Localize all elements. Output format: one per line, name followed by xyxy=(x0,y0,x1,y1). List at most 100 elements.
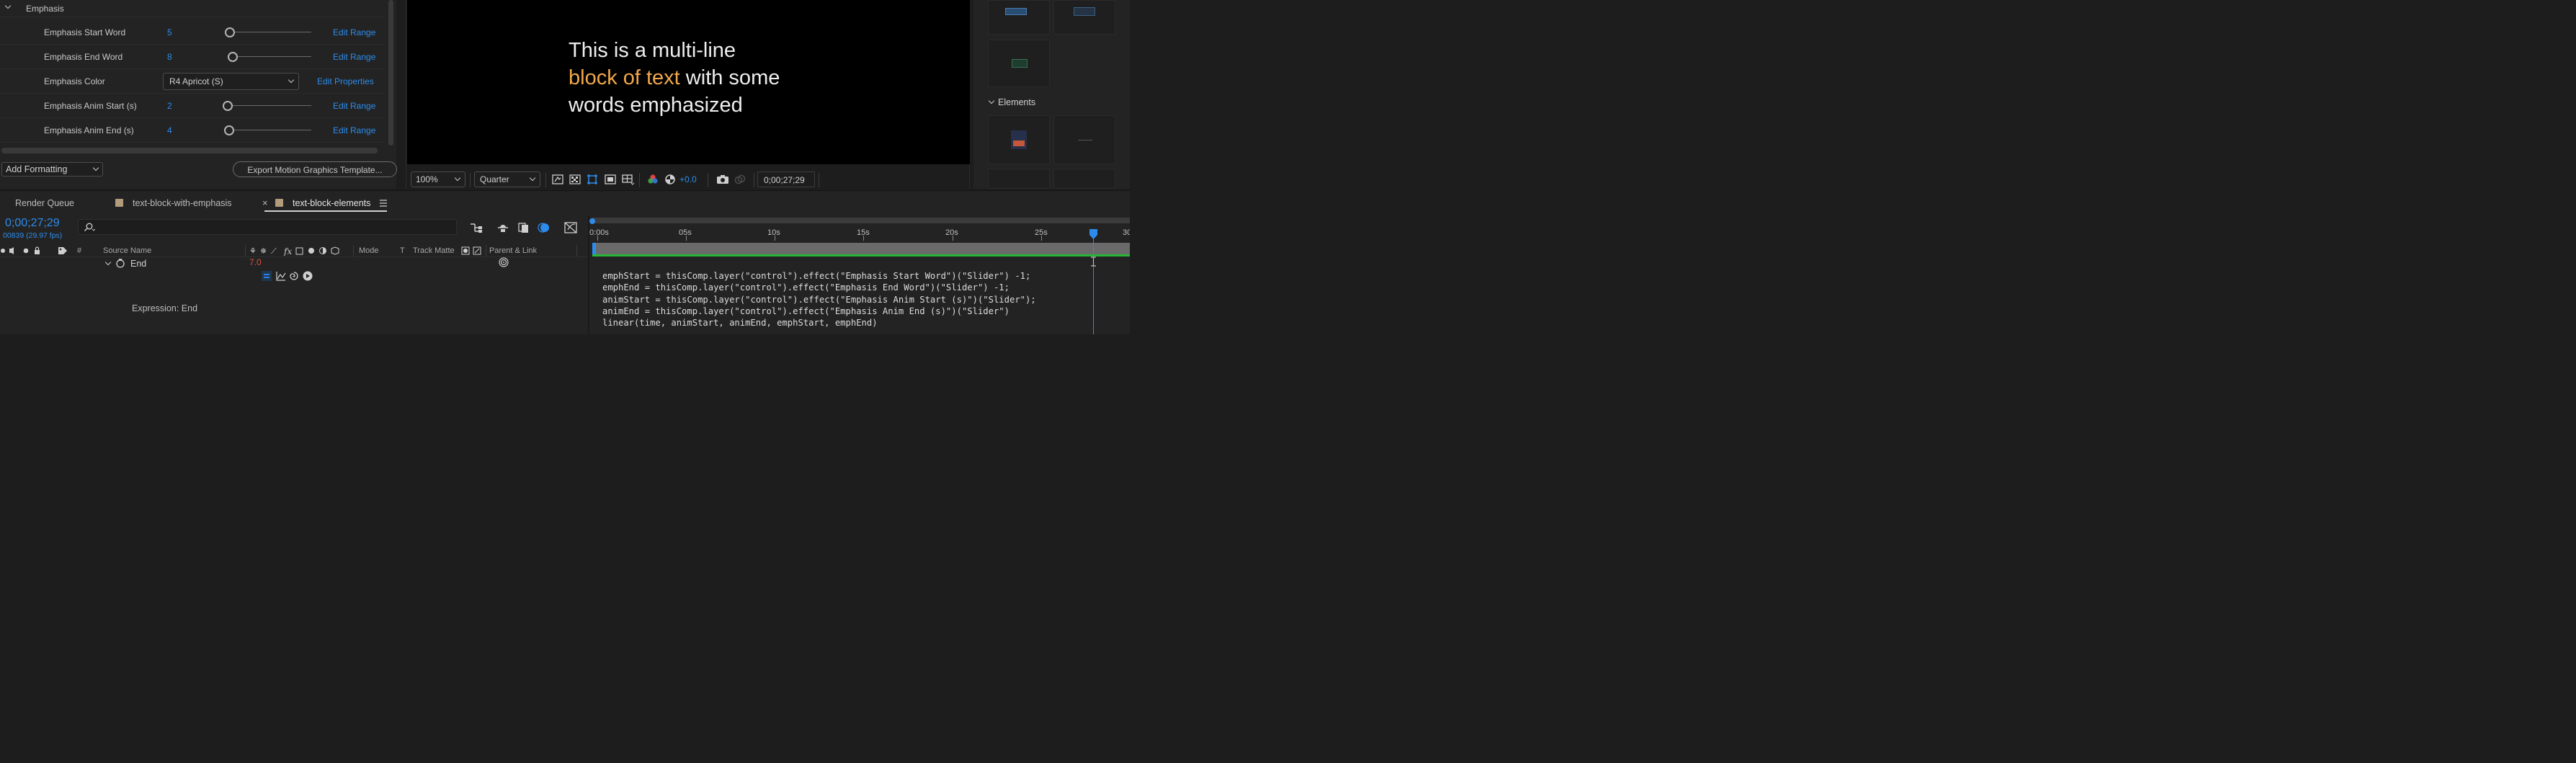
resolution-dropdown[interactable]: Quarter xyxy=(474,171,540,187)
column-divider xyxy=(576,245,577,256)
label-tag-icon[interactable] xyxy=(58,246,68,255)
slider-knob[interactable] xyxy=(223,101,233,111)
vertical-scrollbar[interactable] xyxy=(388,0,393,146)
export-mogrt-button[interactable]: Export Motion Graphics Template... xyxy=(233,161,397,177)
resolution-value: Quarter xyxy=(480,174,509,184)
close-icon[interactable]: × xyxy=(262,197,268,208)
column-parent-link[interactable]: Parent & Link xyxy=(489,246,537,255)
tab-text-block-with-emphasis[interactable]: text-block-with-emphasis xyxy=(133,198,232,208)
playhead-marker[interactable] xyxy=(1089,228,1098,240)
channel-rgb-icon[interactable] xyxy=(647,174,659,185)
graph-editor-icon[interactable] xyxy=(563,221,578,234)
frame-info: 00839 (29.97 fps) xyxy=(3,231,63,240)
svg-text:⚘: ⚘ xyxy=(249,246,257,256)
tab-text-block-elements[interactable]: text-block-elements xyxy=(293,198,370,208)
edit-range-link[interactable]: Edit Range xyxy=(333,27,375,37)
layer-duration-bar[interactable] xyxy=(592,243,1130,254)
work-area-bar[interactable] xyxy=(592,218,1130,223)
expression-language-menu-icon[interactable] xyxy=(302,270,313,282)
mask-visibility-icon[interactable] xyxy=(587,174,598,185)
value-field[interactable]: 4 xyxy=(167,125,172,135)
tab-render-queue[interactable]: Render Queue xyxy=(15,198,74,208)
edit-range-link[interactable]: Edit Range xyxy=(333,52,375,62)
value-field[interactable]: 5 xyxy=(167,27,172,37)
thumbnail[interactable] xyxy=(988,0,1050,35)
frame-blending-icon[interactable] xyxy=(517,222,531,233)
current-time-display[interactable]: 0;00;27;29 xyxy=(5,217,60,230)
expression-graph-icon[interactable] xyxy=(275,270,287,282)
pick-whip-icon[interactable] xyxy=(498,256,509,268)
search-icon xyxy=(84,223,95,231)
edit-range-link[interactable]: Edit Range xyxy=(333,101,375,111)
expression-label: Expression: End xyxy=(132,303,198,313)
timecode-box[interactable]: 0;00;27;29 xyxy=(757,171,815,187)
expression-pick-whip-icon[interactable] xyxy=(288,270,300,282)
zoom-dropdown[interactable]: 100% xyxy=(411,171,465,187)
slider-track[interactable] xyxy=(228,105,311,106)
ruler-label: 0:00s xyxy=(589,228,609,237)
app-window: Emphasis Emphasis Start Word 5 Edit Rang… xyxy=(0,0,1130,334)
motion-blur-icon[interactable] xyxy=(537,222,551,233)
horizontal-scrollbar[interactable] xyxy=(1,148,378,153)
av-switches-icons[interactable] xyxy=(0,246,43,255)
reset-exposure-icon[interactable] xyxy=(664,174,676,185)
separator xyxy=(545,173,546,187)
chevron-down-icon[interactable] xyxy=(4,2,12,9)
property-value[interactable]: 7.0 xyxy=(249,257,262,267)
slider-knob[interactable] xyxy=(228,52,238,62)
region-of-interest-icon[interactable] xyxy=(605,174,616,185)
fast-previews-icon[interactable] xyxy=(552,174,563,185)
chevron-down-icon xyxy=(92,164,99,171)
section-label: Emphasis xyxy=(26,4,64,14)
chevron-down-icon xyxy=(529,174,536,182)
column-source-name[interactable]: Source Name xyxy=(103,246,151,255)
elements-section-header[interactable]: Elements xyxy=(973,92,1130,113)
slider-track[interactable] xyxy=(229,56,311,57)
svg-text:⟋: ⟋ xyxy=(271,246,277,256)
thumbnail[interactable] xyxy=(1053,169,1115,189)
layer-search-input[interactable] xyxy=(78,219,457,235)
value-field[interactable]: 8 xyxy=(167,52,172,62)
composition-viewer: This is a multi-line block of text with … xyxy=(406,0,970,189)
column-track-matte[interactable]: Track Matte xyxy=(413,246,455,255)
layer-in-point[interactable] xyxy=(592,243,596,254)
slider-knob[interactable] xyxy=(224,125,234,135)
grid-guides-icon[interactable] xyxy=(622,174,635,185)
exposure-value[interactable]: +0.0 xyxy=(679,174,697,184)
thumbnail[interactable] xyxy=(988,169,1050,189)
emphasis-color-dropdown[interactable]: R4 Apricot (S) xyxy=(163,73,299,90)
add-formatting-dropdown[interactable]: Add Formatting xyxy=(1,162,103,177)
column-mode[interactable]: Mode xyxy=(359,246,379,255)
chevron-down-icon xyxy=(988,97,995,104)
ruler-tick xyxy=(1041,236,1042,241)
work-area-start-handle[interactable] xyxy=(589,218,595,224)
value-field[interactable]: 2 xyxy=(167,101,172,111)
row-emphasis-start-word: Emphasis Start Word 5 Edit Range xyxy=(0,20,385,45)
stopwatch-icon[interactable] xyxy=(115,258,125,268)
composition-canvas[interactable]: This is a multi-line block of text with … xyxy=(407,0,970,164)
panel-menu-icon[interactable] xyxy=(379,200,388,207)
expression-line: linear(time, animStart, animEnd, emphSta… xyxy=(602,318,878,328)
track-matte-icons xyxy=(461,246,481,255)
thumbnail[interactable] xyxy=(988,115,1050,164)
show-snapshot-icon[interactable] xyxy=(734,174,746,185)
slider-knob[interactable] xyxy=(225,27,235,37)
thumbnail-preview xyxy=(1005,8,1027,15)
thumbnail[interactable] xyxy=(1053,115,1115,164)
edit-range-link[interactable]: Edit Range xyxy=(333,125,375,135)
transparency-grid-icon[interactable] xyxy=(569,174,581,185)
chevron-down-icon xyxy=(288,76,295,84)
property-name: End xyxy=(130,259,147,269)
shy-layers-icon[interactable] xyxy=(496,222,510,233)
composition-flowchart-icon[interactable] xyxy=(469,222,483,233)
zoom-value: 100% xyxy=(416,174,438,184)
enable-expression-icon[interactable] xyxy=(261,270,272,282)
thumbnail[interactable] xyxy=(988,40,1050,87)
column-divider xyxy=(245,245,246,256)
chevron-down-icon[interactable] xyxy=(104,259,112,266)
thumbnail[interactable] xyxy=(1053,0,1115,35)
row-emphasis-color: Emphasis Color R4 Apricot (S) Edit Prope… xyxy=(0,69,385,94)
camera-snapshot-icon[interactable] xyxy=(716,174,729,185)
emphasis-section-header[interactable]: Emphasis xyxy=(0,0,385,17)
edit-properties-link[interactable]: Edit Properties xyxy=(317,76,374,86)
